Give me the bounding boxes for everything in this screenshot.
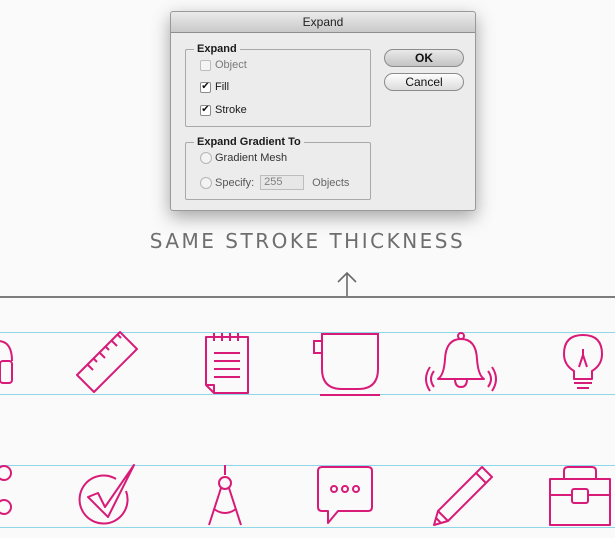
compass-icon bbox=[204, 465, 246, 527]
briefcase-icon bbox=[548, 465, 612, 527]
gradient-mesh-label: Gradient Mesh bbox=[215, 152, 288, 164]
specify-radio[interactable]: Specify: 255 Objects bbox=[200, 175, 349, 190]
expand-dialog: Expand Expand Object ✔ Fill ✔ Stroke Exp… bbox=[170, 11, 476, 211]
object-checkbox[interactable]: Object bbox=[200, 59, 247, 71]
guide-line bbox=[0, 394, 615, 395]
pencil-icon bbox=[432, 465, 494, 527]
stroke-checkbox-box[interactable]: ✔ bbox=[200, 104, 211, 116]
expand-group: Expand Object ✔ Fill ✔ Stroke bbox=[185, 42, 371, 127]
guide-line bbox=[0, 527, 615, 528]
specify-objects-input[interactable]: 255 bbox=[260, 175, 305, 190]
stroke-label: Stroke bbox=[215, 104, 247, 116]
object-checkbox-box[interactable] bbox=[200, 59, 211, 71]
ruler-icon bbox=[74, 331, 140, 393]
fill-label: Fill bbox=[215, 81, 230, 93]
objects-label: Objects bbox=[312, 176, 350, 189]
fill-checkbox[interactable]: ✔ Fill bbox=[200, 81, 229, 93]
divider-line bbox=[0, 296, 615, 298]
cup-icon bbox=[312, 333, 380, 396]
gradient-mesh-radio[interactable]: Gradient Mesh bbox=[200, 152, 287, 164]
object-label: Object bbox=[215, 59, 247, 71]
ok-button[interactable]: OK bbox=[384, 49, 464, 67]
bell-icon bbox=[425, 332, 497, 393]
arrow-up-icon bbox=[336, 270, 358, 297]
headphones-icon bbox=[0, 333, 18, 393]
chat-bubble-icon bbox=[316, 465, 374, 527]
lightbulb-icon bbox=[558, 333, 608, 393]
specify-label: Specify: bbox=[215, 176, 255, 189]
notepad-icon bbox=[200, 333, 252, 394]
circles-icon bbox=[0, 465, 18, 527]
specify-radio-button[interactable] bbox=[200, 176, 212, 189]
expand-group-legend: Expand bbox=[194, 42, 240, 56]
heading-text: SAME STROKE THICKNESS bbox=[149, 229, 466, 253]
expand-gradient-group: Expand Gradient To Gradient Mesh Specify… bbox=[185, 135, 371, 200]
dialog-title: Expand bbox=[171, 12, 475, 33]
gradient-mesh-radio-button[interactable] bbox=[200, 152, 212, 164]
fill-checkbox-box[interactable]: ✔ bbox=[200, 81, 211, 93]
checkmark-icon bbox=[74, 464, 140, 527]
expand-gradient-legend: Expand Gradient To bbox=[194, 135, 304, 149]
cancel-button[interactable]: Cancel bbox=[384, 73, 464, 91]
stroke-checkbox[interactable]: ✔ Stroke bbox=[200, 104, 247, 116]
